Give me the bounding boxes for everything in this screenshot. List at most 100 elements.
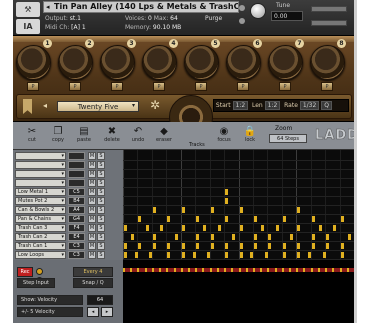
- step-note[interactable]: [297, 252, 300, 258]
- knob-p-button[interactable]: P: [195, 82, 207, 91]
- show-value[interactable]: 64: [87, 295, 113, 305]
- macro-knob-1[interactable]: [16, 45, 51, 80]
- velocity-step[interactable]: [231, 268, 233, 272]
- step-note[interactable]: [193, 252, 196, 258]
- prev-button[interactable]: ◂: [87, 307, 99, 317]
- bookmark-icon[interactable]: [23, 99, 32, 114]
- mute-button[interactable]: M: [88, 251, 96, 259]
- velocity-step[interactable]: [289, 268, 291, 272]
- velocity-step[interactable]: [188, 268, 190, 272]
- tune-knob[interactable]: [250, 3, 266, 19]
- step-note[interactable]: [138, 216, 141, 222]
- track-note[interactable]: [68, 170, 85, 178]
- record-button[interactable]: Rec: [17, 267, 33, 277]
- solo-button[interactable]: S: [97, 152, 105, 160]
- mode-select[interactable]: +/- 5 Velocity: [17, 307, 83, 317]
- solo-button[interactable]: S: [97, 224, 105, 232]
- step-note[interactable]: [240, 243, 243, 249]
- step-note[interactable]: [323, 252, 326, 258]
- chevron-icon[interactable]: ◂: [46, 2, 50, 12]
- velocity-step[interactable]: [123, 268, 125, 272]
- step-note[interactable]: [283, 252, 286, 258]
- velocity-step[interactable]: [275, 268, 277, 272]
- step-note[interactable]: [182, 207, 185, 213]
- step-note[interactable]: [297, 207, 300, 213]
- mute-button[interactable]: M: [88, 152, 96, 160]
- track-name[interactable]: ▾: [15, 179, 66, 187]
- track-note[interactable]: E4: [68, 233, 85, 241]
- toolbar-focus-button[interactable]: ◉ focus: [211, 126, 237, 143]
- step-note[interactable]: [167, 243, 170, 249]
- step-note[interactable]: [182, 243, 185, 249]
- step-note[interactable]: [153, 207, 156, 213]
- track-note[interactable]: C5: [68, 188, 85, 196]
- track-note[interactable]: [68, 179, 85, 187]
- step-note[interactable]: [203, 225, 206, 231]
- solo-button[interactable]: S: [97, 206, 105, 214]
- step-note[interactable]: [160, 225, 163, 231]
- mute-button[interactable]: M: [88, 224, 96, 232]
- gear-icon[interactable]: ✲: [150, 98, 160, 112]
- snap-button[interactable]: Snap / Q: [73, 278, 113, 288]
- toolbar-lock-button[interactable]: 🔒 lock: [237, 126, 263, 143]
- solo-button[interactable]: S: [97, 161, 105, 169]
- velocity-step[interactable]: [224, 268, 226, 272]
- macro-knob-3[interactable]: [100, 45, 135, 80]
- step-note[interactable]: [240, 252, 243, 258]
- step-note[interactable]: [312, 216, 315, 222]
- step-note[interactable]: [254, 216, 257, 222]
- rate-value[interactable]: 1/32: [299, 101, 320, 110]
- velocity-step[interactable]: [318, 268, 320, 272]
- prev-arrow-icon[interactable]: ◂: [43, 101, 47, 110]
- step-note[interactable]: [175, 234, 178, 240]
- track-note[interactable]: C3: [68, 251, 85, 259]
- step-note[interactable]: [182, 252, 185, 258]
- step-note[interactable]: [240, 225, 243, 231]
- step-input-button[interactable]: Step Input: [17, 278, 55, 288]
- step-note[interactable]: [211, 243, 214, 249]
- velocity-step[interactable]: [217, 268, 219, 272]
- solo-indicator[interactable]: [239, 5, 245, 11]
- step-note[interactable]: [348, 234, 351, 240]
- step-note[interactable]: [240, 207, 243, 213]
- knob-p-button[interactable]: P: [111, 82, 123, 91]
- mute-button[interactable]: M: [88, 170, 96, 178]
- every-select[interactable]: Every 4: [73, 267, 113, 277]
- velocity-step[interactable]: [303, 268, 305, 272]
- toolbar-eraser-button[interactable]: ◆ eraser: [151, 126, 177, 143]
- step-note[interactable]: [196, 234, 199, 240]
- macro-knob-6[interactable]: [226, 45, 261, 80]
- mute-button[interactable]: M: [88, 188, 96, 196]
- step-note[interactable]: [268, 243, 271, 249]
- macro-knob-5[interactable]: [184, 45, 219, 80]
- step-note[interactable]: [232, 234, 235, 240]
- step-note[interactable]: [312, 243, 315, 249]
- track-name[interactable]: ▾: [15, 161, 66, 169]
- solo-button[interactable]: S: [97, 242, 105, 250]
- purge-button[interactable]: Purge: [205, 15, 222, 22]
- track-name[interactable]: Low Metal 1 ▾: [15, 188, 66, 196]
- velocity-step[interactable]: [210, 268, 212, 272]
- mute-button[interactable]: M: [88, 242, 96, 250]
- track-name[interactable]: Pan & Chains ▾: [15, 215, 66, 223]
- macro-knob-4[interactable]: [142, 45, 177, 80]
- velocity-step[interactable]: [159, 268, 161, 272]
- step-note[interactable]: [124, 243, 127, 249]
- solo-button[interactable]: S: [97, 233, 105, 241]
- show-select[interactable]: Show: Velocity: [17, 295, 83, 305]
- knob-p-button[interactable]: P: [279, 82, 291, 91]
- step-note[interactable]: [225, 216, 228, 222]
- velocity-step[interactable]: [260, 268, 262, 272]
- velocity-step[interactable]: [325, 268, 327, 272]
- length-value[interactable]: 1:2: [264, 101, 281, 110]
- mute-button[interactable]: M: [88, 215, 96, 223]
- pattern-select[interactable]: Twenty Five ▾: [57, 101, 139, 112]
- step-note[interactable]: [341, 243, 344, 249]
- step-note[interactable]: [211, 207, 214, 213]
- track-name[interactable]: Can & Bowls 2 ▾: [15, 206, 66, 214]
- step-note[interactable]: [124, 225, 127, 231]
- solo-button[interactable]: S: [97, 197, 105, 205]
- step-note[interactable]: [225, 189, 228, 195]
- step-note[interactable]: [211, 234, 214, 240]
- step-note[interactable]: [225, 243, 228, 249]
